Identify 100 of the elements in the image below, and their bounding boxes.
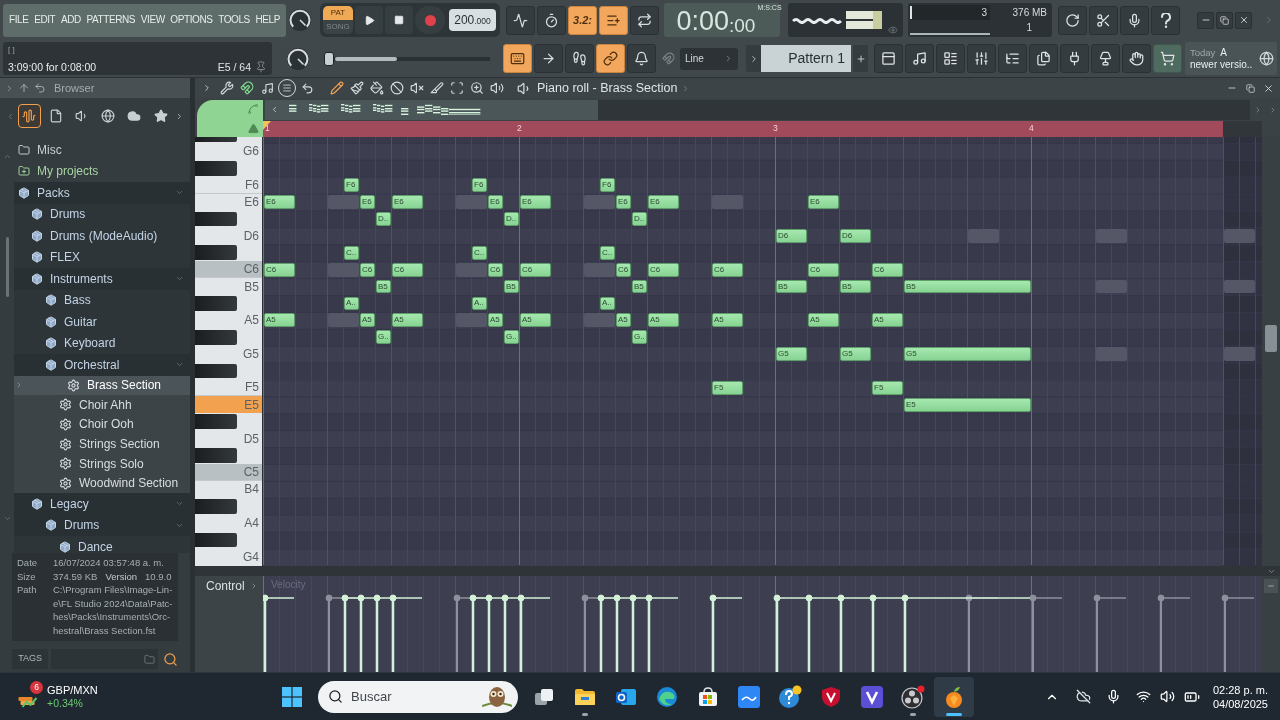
note[interactable]: B5 [776, 279, 807, 294]
velocity-stem[interactable] [629, 594, 647, 672]
note[interactable]: C.. [472, 245, 487, 260]
note[interactable]: C6 [488, 262, 503, 277]
taskbar-app[interactable] [934, 676, 974, 717]
record-option-toggle[interactable] [506, 5, 535, 35]
note[interactable]: B5 [376, 279, 391, 294]
options-button[interactable] [218, 79, 236, 97]
touch-button[interactable] [1122, 44, 1151, 73]
note[interactable]: D.. [376, 212, 391, 226]
menu-item[interactable]: FILE [8, 15, 30, 25]
tree-item[interactable]: Drums [14, 514, 190, 537]
tree-item[interactable]: Packs [14, 182, 190, 204]
velocity-stem[interactable] [485, 594, 503, 672]
sharp-key[interactable] [195, 245, 237, 261]
tree-item[interactable]: Misc [14, 139, 190, 161]
tree-item[interactable]: Drums [14, 203, 190, 225]
tree-item[interactable]: Instruments [14, 268, 190, 290]
tree-item[interactable]: Orchestral [14, 354, 190, 376]
browser-tab[interactable] [17, 104, 41, 128]
note[interactable]: E6 [264, 195, 295, 209]
scrollbar-thumb[interactable] [5, 237, 9, 297]
velocity-stem[interactable] [709, 594, 743, 672]
refresh-button[interactable] [1058, 5, 1087, 35]
note[interactable]: G.. [632, 330, 647, 345]
tool-button[interactable] [468, 79, 486, 97]
pattern-selector[interactable]: Pattern 1 [761, 45, 851, 72]
note[interactable]: A5 [520, 313, 551, 328]
tree-item[interactable]: My projects [14, 160, 190, 182]
news-panel[interactable]: Today A newer versio.. [1185, 42, 1277, 75]
note[interactable]: B5 [504, 279, 519, 294]
velocity-stem[interactable] [373, 594, 391, 672]
note[interactable]: C6 [392, 262, 423, 277]
cut-button[interactable] [1089, 5, 1118, 35]
snap-dropdown[interactable]: Line [680, 47, 738, 70]
note[interactable]: C6 [872, 262, 903, 277]
note[interactable]: B5 [840, 279, 871, 294]
edit-option-toggle[interactable] [565, 44, 594, 73]
tool-button[interactable] [368, 79, 386, 97]
corner-tab[interactable] [197, 100, 263, 137]
play-button[interactable] [355, 6, 383, 34]
channel-rack-button[interactable] [936, 44, 965, 73]
note[interactable]: A.. [344, 296, 359, 311]
minimize-button[interactable] [1197, 11, 1214, 29]
sharp-key[interactable] [195, 532, 237, 548]
sharp-key[interactable] [195, 160, 237, 176]
piano-key[interactable]: C5 [195, 464, 262, 481]
menu-item[interactable]: OPTIONS [169, 15, 214, 25]
piano-roll-button[interactable] [905, 44, 934, 73]
note[interactable]: B5 [632, 279, 647, 294]
note[interactable]: D.. [632, 212, 647, 226]
note[interactable]: C6 [648, 262, 679, 277]
tool-button[interactable] [448, 79, 466, 97]
stop-button[interactable] [385, 6, 413, 34]
tree-item[interactable]: Bass [14, 289, 190, 311]
edit-option-toggle[interactable] [534, 44, 563, 73]
note[interactable]: G5 [904, 347, 1031, 362]
note[interactable]: A.. [600, 296, 615, 311]
note[interactable]: A.. [472, 296, 487, 311]
control-menu-button[interactable]: Control [206, 580, 245, 592]
edit-option-toggle[interactable] [503, 44, 532, 73]
tags-field[interactable] [51, 649, 158, 669]
tree-item[interactable]: Legacy [14, 493, 190, 515]
slider-thumb[interactable] [324, 51, 334, 66]
menu-item[interactable]: TOOLS [217, 15, 251, 25]
note[interactable]: A5 [616, 313, 631, 328]
note[interactable]: E6 [520, 195, 551, 209]
record-option-toggle[interactable] [630, 5, 659, 35]
tree-item[interactable]: Drums (ModeAudio) [14, 225, 190, 247]
velocity-stem[interactable] [645, 594, 679, 672]
velocity-stem[interactable] [389, 594, 423, 672]
note[interactable]: F6 [600, 178, 615, 193]
tool-button[interactable] [348, 79, 366, 97]
record-option-toggle[interactable]: 3.2: [568, 5, 597, 35]
tree-item[interactable]: Woodwind Section [14, 473, 190, 494]
browser-button[interactable] [998, 44, 1027, 73]
note[interactable]: F6 [472, 178, 487, 193]
note[interactable]: E6 [488, 195, 503, 209]
note[interactable]: A5 [392, 313, 423, 328]
help-button[interactable] [1151, 5, 1180, 35]
microphone-button[interactable] [1120, 5, 1149, 35]
note[interactable]: A5 [872, 313, 903, 328]
velocity-stem[interactable] [901, 594, 1031, 672]
note[interactable]: E6 [648, 195, 679, 209]
edit-option-toggle[interactable] [627, 44, 656, 73]
note[interactable]: C6 [712, 262, 743, 277]
note[interactable]: D.. [504, 212, 519, 226]
note[interactable]: G5 [840, 347, 871, 362]
note[interactable]: C6 [520, 262, 551, 277]
note[interactable]: B5 [904, 279, 1031, 294]
search-button[interactable] [162, 651, 178, 667]
tree-item[interactable]: Choir Ooh [14, 414, 190, 435]
note[interactable]: A5 [712, 313, 743, 328]
menu-item[interactable]: PATTERNS [85, 15, 137, 25]
sharp-key[interactable] [195, 211, 237, 227]
sharp-key[interactable] [195, 363, 237, 379]
velocity-stem[interactable] [837, 594, 871, 672]
tree-item[interactable]: Brass Section [14, 375, 190, 396]
piano-key[interactable]: F5 [195, 379, 262, 397]
sharp-key[interactable] [195, 498, 237, 514]
